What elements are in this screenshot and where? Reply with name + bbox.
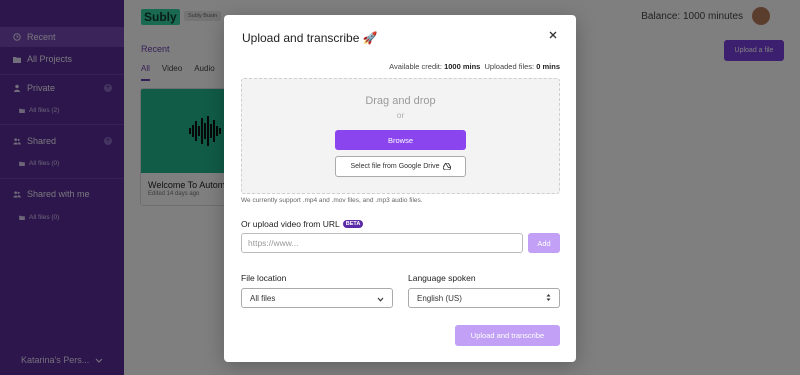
modal-title-text: Upload and transcribe <box>242 31 360 45</box>
url-input[interactable] <box>241 233 523 253</box>
file-location-value: All files <box>250 293 276 303</box>
upload-modal: Upload and transcribe 🚀 Available credit… <box>224 15 576 362</box>
beta-badge: BETA <box>342 220 364 228</box>
url-upload-label: Or upload video from URL BETA <box>241 219 364 229</box>
file-location-label: File location <box>241 273 287 283</box>
supported-formats-text: We currently support .mp4 and .mov files… <box>241 197 423 204</box>
file-dropzone[interactable]: Drag and drop or Browse Select file from… <box>241 78 560 194</box>
language-label: Language spoken <box>408 273 476 283</box>
credits-info: Available credit: 1000 mins Uploaded fil… <box>389 62 560 71</box>
dropzone-or: or <box>396 110 405 120</box>
credits-label: Available credit: <box>389 62 442 71</box>
modal-title: Upload and transcribe 🚀 <box>242 31 378 45</box>
credits-value: 1000 mins <box>444 62 481 71</box>
updown-chevron-icon <box>546 293 551 304</box>
browse-button[interactable]: Browse <box>335 130 466 150</box>
close-icon[interactable] <box>548 30 558 40</box>
google-drive-icon <box>442 163 451 170</box>
upload-and-transcribe-button[interactable]: Upload and transcribe <box>455 325 560 346</box>
uploaded-label: Uploaded files: <box>484 62 535 71</box>
uploaded-value: 0 mins <box>536 62 560 71</box>
dropzone-title: Drag and drop <box>365 95 436 107</box>
rocket-icon: 🚀 <box>362 31 378 45</box>
google-drive-label: Select file from Google Drive <box>350 163 440 170</box>
language-value: English (US) <box>417 293 462 303</box>
chevron-down-icon <box>377 295 384 304</box>
language-select[interactable]: English (US) <box>408 288 560 308</box>
url-label-text: Or upload video from URL <box>241 219 340 229</box>
add-url-button[interactable]: Add <box>528 233 560 253</box>
file-location-select[interactable]: All files <box>241 288 393 308</box>
google-drive-button[interactable]: Select file from Google Drive <box>335 156 466 177</box>
